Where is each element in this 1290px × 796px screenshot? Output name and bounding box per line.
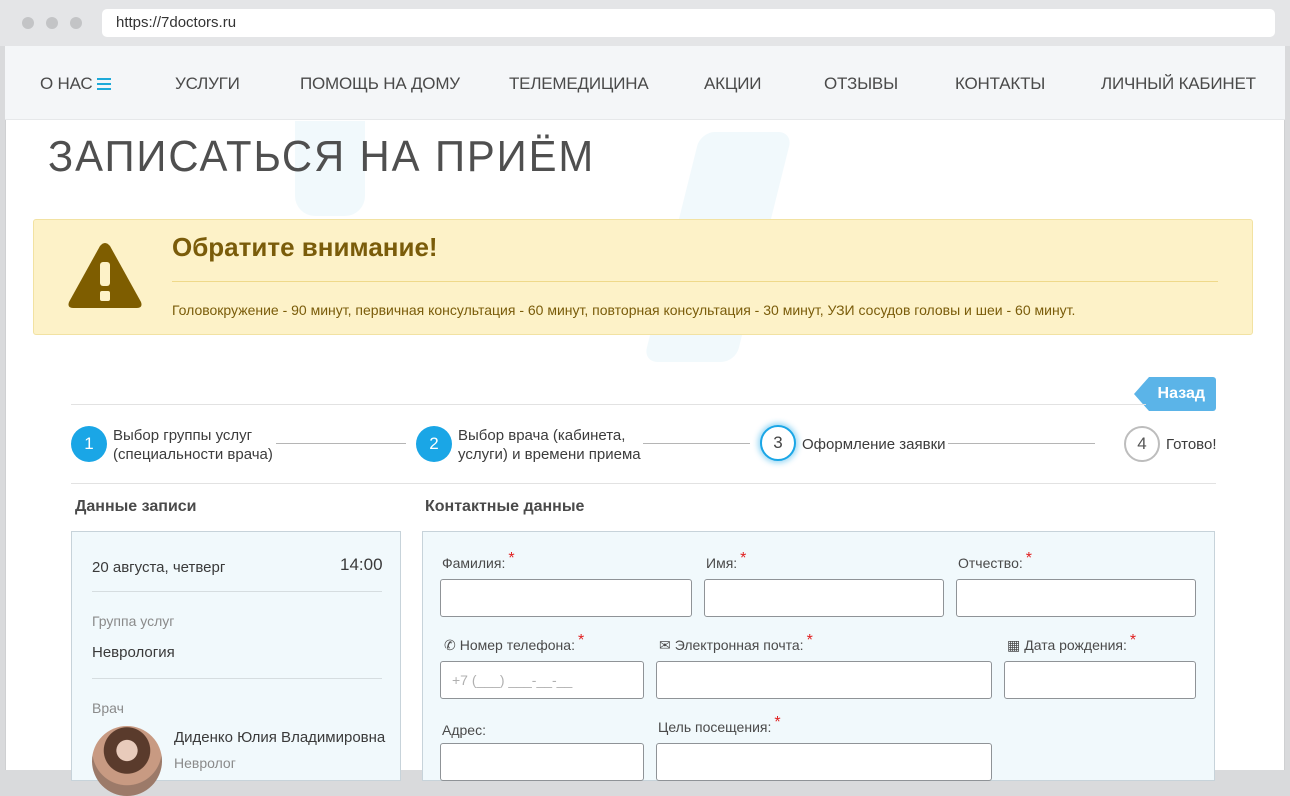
booking-heading: Данные записи xyxy=(75,498,197,515)
required-mark: * xyxy=(1129,632,1137,649)
nav-account[interactable]: ЛИЧНЫЙ КАБИНЕТ xyxy=(1101,74,1256,94)
doctor-label: Врач xyxy=(92,700,124,716)
booking-summary: 20 августа, четверг 14:00 Группа услуг Н… xyxy=(71,531,401,796)
step-2-label-line2: услуги) и времени приема xyxy=(458,446,641,463)
surname-input[interactable] xyxy=(440,579,692,617)
divider xyxy=(92,591,382,592)
step-4-circle: 4 xyxy=(1124,426,1160,462)
nav-home-help[interactable]: ПОМОЩЬ НА ДОМУ xyxy=(300,74,460,94)
purpose-select[interactable] xyxy=(656,743,992,781)
main-nav: О НАС УСЛУГИ ПОМОЩЬ НА ДОМУ ТЕЛЕМЕДИЦИНА… xyxy=(5,46,1285,120)
nav-telemedicine[interactable]: ТЕЛЕМЕДИЦИНА xyxy=(509,74,649,94)
group-label: Группа услуг xyxy=(92,613,175,629)
required-mark: * xyxy=(508,550,515,567)
address-input[interactable] xyxy=(440,743,644,781)
phone-icon: ✆ xyxy=(444,637,456,653)
phone-label: ✆ Номер телефона: * xyxy=(444,632,585,653)
required-mark: * xyxy=(806,632,813,649)
step-1-label[interactable]: Выбор группы услуг (специальности врача) xyxy=(113,426,273,464)
booking-time: 14:00 xyxy=(340,555,383,574)
required-mark: * xyxy=(577,632,585,649)
email-label: ✉ Электронная почта: * xyxy=(659,632,813,653)
back-button[interactable]: Назад xyxy=(1134,377,1216,411)
step-1-label-line2: (специальности врача) xyxy=(113,446,273,463)
alert-text: Головокружение - 90 минут, первичная кон… xyxy=(172,302,1076,318)
nav-services[interactable]: УСЛУГИ xyxy=(175,74,240,94)
required-mark: * xyxy=(740,550,747,567)
contact-form: Фамилия: * Имя: * Отчество: * ✆ Номер телефо… xyxy=(422,531,1215,781)
step-connector xyxy=(276,443,406,444)
name-input[interactable] xyxy=(704,579,944,617)
step-3-circle: 3 xyxy=(760,425,796,461)
step-connector xyxy=(948,443,1095,444)
surname-label: Фамилия: * xyxy=(442,550,515,571)
email-input[interactable] xyxy=(656,661,992,699)
step-1-circle[interactable]: 1 xyxy=(71,426,107,462)
divider xyxy=(92,678,382,679)
divider xyxy=(71,404,1146,405)
calendar-icon: ▦ xyxy=(1007,637,1021,653)
browser-chrome: https://7doctors.ru xyxy=(0,0,1290,46)
step-2-label-line1: Выбор врача (кабинета, xyxy=(458,427,626,444)
required-mark: * xyxy=(774,714,781,731)
address-label: Адрес: xyxy=(442,722,486,738)
patronymic-label: Отчество: * xyxy=(958,550,1032,571)
warning-triangle-icon xyxy=(68,243,142,308)
step-3-label: Оформление заявки xyxy=(802,436,946,453)
name-label: Имя: * xyxy=(706,550,747,571)
doctor-avatar xyxy=(92,726,162,796)
page-title: ЗАПИСАТЬСЯ НА ПРИЁМ xyxy=(48,132,596,181)
booking-date: 20 августа, четверг xyxy=(92,559,226,576)
alert-title: Обратите внимание! xyxy=(172,232,438,262)
envelope-icon: ✉ xyxy=(659,637,671,653)
required-mark: * xyxy=(1025,550,1032,567)
doctor-name: Диденко Юлия Владимировна xyxy=(174,729,386,746)
window-close-dot[interactable] xyxy=(22,17,34,29)
birthdate-label: ▦ Дата рождения: * xyxy=(1007,632,1137,653)
nav-contacts[interactable]: КОНТАКТЫ xyxy=(955,74,1045,94)
phone-input[interactable]: +7 (___) ___-__-__ xyxy=(440,661,644,699)
window-maximize-dot[interactable] xyxy=(70,17,82,29)
step-4-label: Готово! xyxy=(1166,436,1217,453)
step-2-circle[interactable]: 2 xyxy=(416,426,452,462)
step-connector xyxy=(643,443,750,444)
attention-alert: Обратите внимание! Головокружение - 90 м… xyxy=(33,219,1253,335)
birthdate-input[interactable] xyxy=(1004,661,1196,699)
step-1-label-line1: Выбор группы услуг xyxy=(113,427,253,444)
doctor-specialty: Невролог xyxy=(174,755,236,771)
window-minimize-dot[interactable] xyxy=(46,17,58,29)
alert-divider xyxy=(172,281,1218,282)
nav-about[interactable]: О НАС xyxy=(40,74,93,94)
purpose-label: Цель посещения: * xyxy=(658,714,781,735)
nav-reviews[interactable]: ОТЗЫВЫ xyxy=(824,74,898,94)
divider xyxy=(71,483,1216,484)
step-2-label[interactable]: Выбор врача (кабинета, услуги) и времени… xyxy=(458,426,641,464)
address-bar[interactable]: https://7doctors.ru xyxy=(102,9,1275,37)
hamburger-icon[interactable] xyxy=(97,78,111,90)
patronymic-input[interactable] xyxy=(956,579,1196,617)
group-value: Неврология xyxy=(92,644,175,661)
contact-heading: Контактные данные xyxy=(425,498,585,515)
nav-promotions[interactable]: АКЦИИ xyxy=(704,74,761,94)
